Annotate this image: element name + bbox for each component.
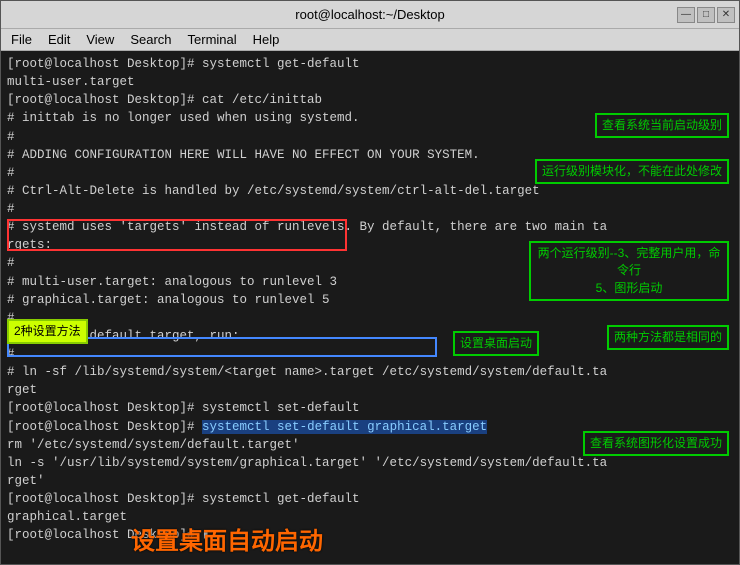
minimize-button[interactable]: — — [677, 7, 695, 23]
menu-search[interactable]: Search — [124, 30, 177, 49]
menu-file[interactable]: File — [5, 30, 38, 49]
menu-help[interactable]: Help — [247, 30, 286, 49]
annotation-set-desktop: 设置桌面启动 — [453, 331, 539, 356]
annotation-two-methods: 2种设置方法 — [7, 319, 88, 344]
annotation-two-levels: 两个运行级别--3、完整用户用，命令行5、图形启动 — [529, 241, 729, 301]
window-controls: — □ ✕ — [677, 7, 735, 23]
menu-view[interactable]: View — [80, 30, 120, 49]
terminal-content: [root@localhost Desktop]# systemctl get-… — [1, 51, 739, 564]
annotation-modular: 运行级别模块化，不能在此处修改 — [535, 159, 729, 184]
window-title: root@localhost:~/Desktop — [295, 7, 444, 22]
maximize-button[interactable]: □ — [697, 7, 715, 23]
menu-edit[interactable]: Edit — [42, 30, 76, 49]
big-title-annotation: 设置桌面自动启动 — [131, 525, 323, 560]
menu-bar: File Edit View Search Terminal Help — [1, 29, 739, 51]
terminal-window: root@localhost:~/Desktop — □ ✕ File Edit… — [0, 0, 740, 565]
title-bar: root@localhost:~/Desktop — □ ✕ — [1, 1, 739, 29]
close-button[interactable]: ✕ — [717, 7, 735, 23]
annotation-check-success: 查看系统图形化设置成功 — [583, 431, 729, 456]
menu-terminal[interactable]: Terminal — [182, 30, 243, 49]
annotation-check-runlevel: 查看系统当前启动级别 — [595, 113, 729, 138]
annotation-same-methods: 两种方法都是相同的 — [607, 325, 729, 350]
